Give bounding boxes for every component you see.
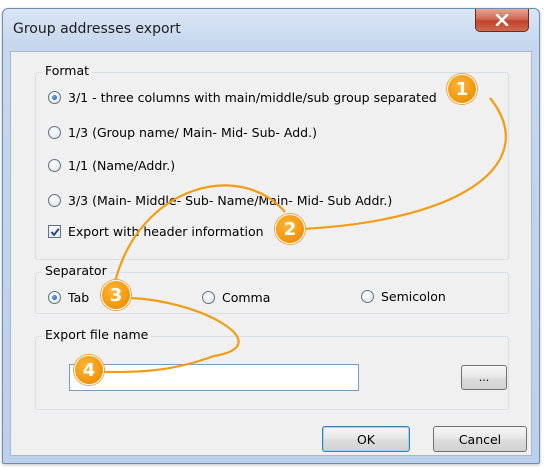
dialog-client-area: Format 3/1 - three columns with main/mid… [10, 51, 532, 456]
format-option-label: 1/3 (Group name/ Main- Mid- Sub- Add.) [68, 125, 317, 140]
title-bar[interactable]: Group addresses export [3, 9, 539, 45]
callout-number: 2 [283, 218, 297, 240]
format-option-3-3[interactable]: 3/3 (Main- Middle- Sub- Name/Main- Mid- … [48, 193, 392, 208]
radio-icon[interactable] [361, 290, 374, 303]
close-button[interactable] [475, 9, 529, 32]
checkmark-icon [50, 227, 60, 236]
callout-badge-1: 1 [447, 74, 477, 104]
callout-badge-2: 2 [275, 214, 305, 244]
radio-icon[interactable] [48, 126, 61, 139]
separator-option-label: Comma [222, 290, 271, 305]
window-title: Group addresses export [13, 21, 181, 37]
checkbox-checked-icon[interactable] [48, 225, 61, 238]
separator-option-semicolon[interactable]: Semicolon [361, 289, 446, 304]
browse-button-label: ... [478, 371, 490, 384]
callout-badge-4: 4 [74, 355, 104, 385]
separator-legend: Separator [42, 263, 110, 278]
format-option-1-1[interactable]: 1/1 (Name/Addr.) [48, 158, 175, 173]
format-legend: Format [42, 63, 93, 78]
browse-button[interactable]: ... [461, 365, 507, 390]
format-option-label: 1/1 (Name/Addr.) [68, 158, 176, 173]
callout-number: 3 [109, 284, 123, 306]
ok-button[interactable]: OK [322, 426, 410, 452]
format-option-label: 3/3 (Main- Middle- Sub- Name/Main- Mid- … [68, 193, 393, 208]
ok-button-label: OK [356, 431, 376, 447]
separator-option-label: Semicolon [381, 289, 446, 304]
radio-icon[interactable] [48, 194, 61, 207]
radio-icon-selected[interactable] [48, 91, 61, 104]
cancel-button[interactable]: Cancel [433, 426, 527, 452]
format-option-1-3[interactable]: 1/3 (Group name/ Main- Mid- Sub- Add.) [48, 125, 317, 140]
separator-option-tab[interactable]: Tab [48, 290, 89, 305]
format-option-3-1[interactable]: 3/1 - three columns with main/middle/sub… [48, 90, 437, 105]
export-file-legend: Export file name [42, 327, 152, 342]
radio-icon[interactable] [48, 159, 61, 172]
export-header-checkbox[interactable]: Export with header information [48, 224, 264, 239]
cancel-button-label: Cancel [458, 431, 502, 447]
radio-icon-selected[interactable] [48, 291, 61, 304]
export-header-label: Export with header information [68, 224, 264, 239]
callout-number: 1 [455, 78, 469, 100]
export-file-name-input[interactable] [69, 364, 359, 391]
separator-option-label: Tab [68, 290, 90, 305]
radio-icon[interactable] [202, 291, 215, 304]
close-x-icon [495, 14, 509, 26]
callout-badge-3: 3 [101, 280, 131, 310]
separator-option-comma[interactable]: Comma [202, 290, 270, 305]
callout-number: 4 [82, 359, 96, 381]
format-option-label: 3/1 - three columns with main/middle/sub… [68, 90, 437, 105]
